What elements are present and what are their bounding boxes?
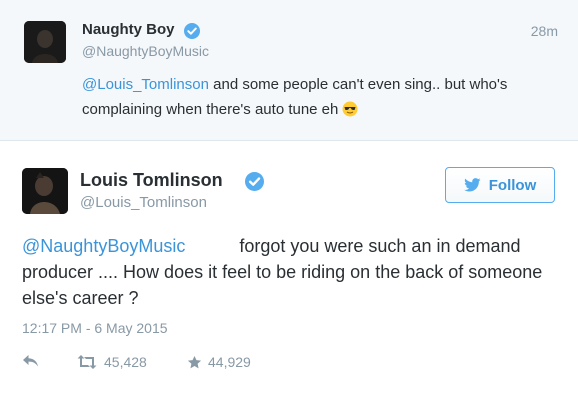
verified-badge-icon xyxy=(245,172,264,191)
author-name[interactable]: Naughty Boy xyxy=(82,21,175,38)
reply-icon xyxy=(23,355,38,367)
retweet-icon xyxy=(77,355,97,369)
tweet-time[interactable]: 28m xyxy=(531,23,558,39)
author-name[interactable]: Louis Tomlinson xyxy=(80,170,223,191)
author-handle[interactable]: @NaughtyBoyMusic xyxy=(82,43,209,59)
star-icon xyxy=(187,355,202,368)
avatar-image-icon xyxy=(24,21,66,63)
author-handle[interactable]: @Louis_Tomlinson xyxy=(80,194,207,211)
retweet-count: 45,428 xyxy=(104,354,147,370)
avatar[interactable] xyxy=(24,21,66,63)
avatar-image-icon xyxy=(22,168,68,214)
tweet-text: @Louis_Tomlinson and some people can't e… xyxy=(82,72,552,122)
tweet-text: @NaughtyBoyMusic forgot you were such an … xyxy=(22,233,562,311)
sunglasses-emoji-icon xyxy=(342,101,358,117)
mention-link[interactable]: @Louis_Tomlinson xyxy=(82,76,209,93)
avatar[interactable] xyxy=(22,168,68,214)
mention-link[interactable]: @NaughtyBoyMusic xyxy=(22,236,185,256)
follow-button[interactable]: Follow xyxy=(445,167,555,203)
verified-badge-icon xyxy=(184,23,200,39)
twitter-bird-icon xyxy=(463,178,481,192)
retweet-button[interactable]: 45,428 xyxy=(76,354,147,370)
favorite-count: 44,929 xyxy=(208,354,251,370)
reply-tweet: Naughty Boy @NaughtyBoyMusic 28m @Louis_… xyxy=(0,0,578,141)
favorite-button[interactable]: 44,929 xyxy=(187,354,251,370)
tweet-timestamp[interactable]: 12:17 PM - 6 May 2015 xyxy=(22,320,168,336)
reply-button[interactable] xyxy=(22,354,39,368)
follow-label: Follow xyxy=(488,176,537,194)
